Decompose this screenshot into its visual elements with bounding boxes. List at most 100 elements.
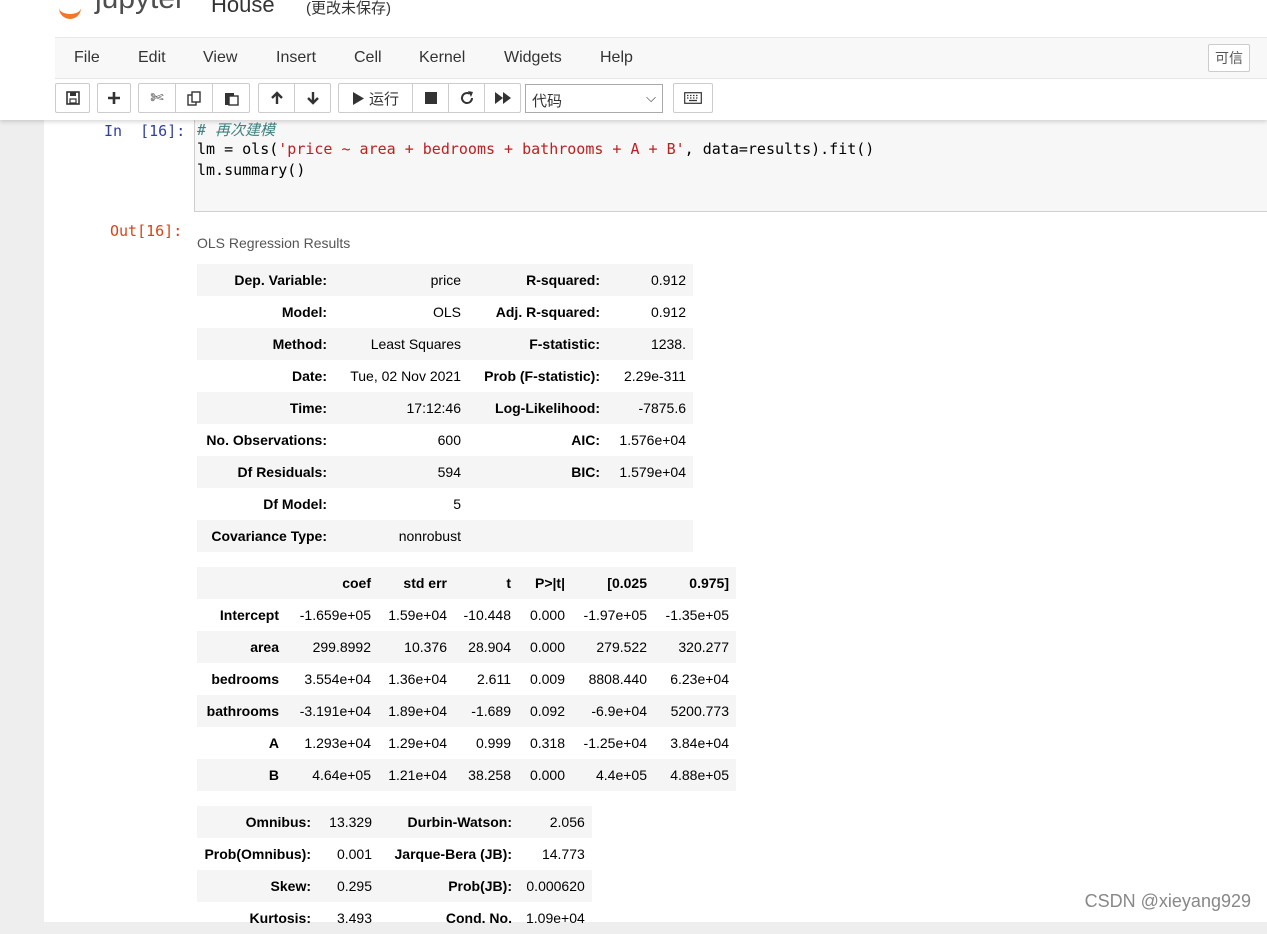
- menu-insert[interactable]: Insert: [276, 49, 316, 67]
- coef-row: B 4.64e+05 1.21e+04 38.258 0.000 4.4e+05 4.88e…: [197, 759, 736, 791]
- row-label: No. Observations:: [206, 432, 327, 448]
- row-value: 17:12:46: [406, 400, 462, 416]
- column-header: std err: [403, 575, 447, 591]
- row-label: BIC:: [571, 464, 600, 480]
- row-value: 3.554e+04: [304, 671, 371, 687]
- row-value: Least Squares: [370, 336, 461, 352]
- row-value: -1.689: [471, 703, 511, 719]
- row-value: -1.35e+05: [665, 607, 729, 623]
- row-value: nonrobust: [398, 528, 461, 544]
- row-value: 1.09e+04: [526, 910, 585, 926]
- row-label: Kurtosis:: [249, 910, 311, 926]
- row-label: Prob(Omnibus):: [204, 846, 311, 862]
- run-label: 运行: [368, 90, 399, 108]
- cell-type-value: 代码: [532, 93, 563, 110]
- run-icon: [352, 91, 364, 105]
- row-label: AIC:: [571, 432, 600, 448]
- input-prompt: In [16]:: [104, 122, 186, 140]
- save-icon: [65, 91, 80, 105]
- row-label: [468, 488, 607, 520]
- row-label: F-statistic:: [529, 336, 600, 352]
- row-value: 4.88e+05: [670, 767, 729, 783]
- row-value: 594: [437, 464, 461, 480]
- cut-button[interactable]: ✄: [138, 83, 176, 113]
- row-value: 10.376: [404, 639, 447, 655]
- row-value: 0.999: [475, 735, 511, 751]
- arrow-down-icon: [306, 92, 319, 105]
- row-label: R-squared:: [526, 272, 600, 288]
- row-value: -7875.6: [638, 400, 686, 416]
- row-value: 0.000: [529, 607, 565, 623]
- row-label: Adj. R-squared:: [495, 304, 600, 320]
- jupyter-logo-icon: [59, 4, 81, 19]
- menubar: File Edit View Insert Cell Kernel Widget…: [55, 37, 1267, 79]
- menu-edit[interactable]: Edit: [138, 49, 166, 67]
- summary-row: Df Residuals: 594 BIC: 1.579e+04: [197, 456, 693, 488]
- row-value: 13.329: [329, 814, 372, 830]
- cut-icon: ✄: [150, 90, 164, 107]
- code-formula: 'price ~ area + bedrooms + bathrooms + A…: [278, 140, 685, 158]
- coef-row: A 1.293e+04 1.29e+04 0.999 0.318 -1.25e+04 3.8…: [197, 727, 736, 759]
- row-value: -1.25e+04: [583, 735, 647, 751]
- save-button[interactable]: [55, 83, 90, 113]
- row-value: 1.89e+04: [388, 703, 447, 719]
- move-up-button[interactable]: [258, 83, 295, 113]
- row-value: 279.522: [596, 639, 647, 655]
- insert-cell-button[interactable]: [97, 83, 131, 113]
- row-value: 0.912: [650, 272, 686, 288]
- paste-button[interactable]: [212, 83, 250, 113]
- summary-row: Date: Tue, 02 Nov 2021 Prob (F-statistic):…: [197, 360, 693, 392]
- code-comment: # 再次建模: [197, 121, 276, 139]
- interrupt-button[interactable]: [412, 83, 449, 113]
- row-label: Dep. Variable:: [234, 272, 327, 288]
- row-value: 320.277: [678, 639, 729, 655]
- chevron-down-icon: ⌵: [646, 90, 656, 105]
- row-label: Df Model:: [263, 496, 327, 512]
- code-line-1: # 再次建模: [197, 119, 275, 140]
- row-value: 14.773: [541, 846, 585, 862]
- row-value: 3.493: [336, 910, 372, 926]
- menu-file[interactable]: File: [74, 49, 100, 67]
- row-value: price: [430, 272, 461, 288]
- menu-kernel[interactable]: Kernel: [419, 49, 465, 67]
- code-assign: lm = ols(: [197, 140, 279, 158]
- coef-header-row: coef std err t P>|t| [0.025 0.975]: [197, 567, 736, 599]
- column-header: [0.025: [607, 575, 647, 591]
- code-line-2: lm = ols('price ~ area + bedrooms + bath…: [197, 140, 874, 158]
- restart-button[interactable]: [448, 83, 485, 113]
- summary-row: Omnibus: 13.329 Durbin-Watson: 2.056: [197, 806, 592, 838]
- summary-top-table: Dep. Variable: price R-squared: 0.912 Model:…: [197, 264, 693, 552]
- restart-run-all-button[interactable]: [484, 83, 521, 113]
- summary-row: Df Model: 5: [197, 488, 693, 520]
- row-value: 8808.440: [588, 671, 647, 687]
- copy-button[interactable]: [175, 83, 213, 113]
- run-button[interactable]: 运行: [338, 83, 413, 113]
- coef-table: coef std err t P>|t| [0.025 0.975] Intercept -1…: [197, 567, 736, 791]
- logo-text: jupyter: [95, 0, 185, 16]
- row-value: 5: [453, 496, 461, 512]
- row-value: 4.64e+05: [312, 767, 371, 783]
- trusted-indicator[interactable]: 可信: [1208, 44, 1250, 72]
- arrow-up-icon: [270, 91, 283, 104]
- notebook-name[interactable]: House: [211, 0, 275, 18]
- move-down-button[interactable]: [294, 83, 331, 113]
- fast-forward-icon: [494, 92, 511, 104]
- row-value: 299.8992: [312, 639, 371, 655]
- row-label: Skew:: [270, 878, 311, 894]
- row-value: 1.36e+04: [388, 671, 447, 687]
- code-line-3: lm.summary(): [197, 161, 306, 179]
- row-label: Prob(JB):: [448, 878, 512, 894]
- row-value: 4.4e+05: [596, 767, 647, 783]
- row-value: 28.904: [468, 639, 511, 655]
- row-value: 0.001: [336, 846, 372, 862]
- code-cell-editor[interactable]: # 再次建模 lm = ols('price ~ area + bedrooms…: [194, 118, 1267, 212]
- menu-view[interactable]: View: [203, 49, 237, 67]
- menu-help[interactable]: Help: [600, 49, 633, 67]
- cell-type-select[interactable]: 代码 ⌵: [525, 84, 663, 113]
- row-value: 0.000: [529, 767, 565, 783]
- row-label: Method:: [272, 336, 327, 352]
- menu-widgets[interactable]: Widgets: [504, 49, 562, 67]
- menu-cell[interactable]: Cell: [354, 49, 382, 67]
- command-palette-button[interactable]: [673, 83, 713, 113]
- row-label: Omnibus:: [245, 814, 311, 830]
